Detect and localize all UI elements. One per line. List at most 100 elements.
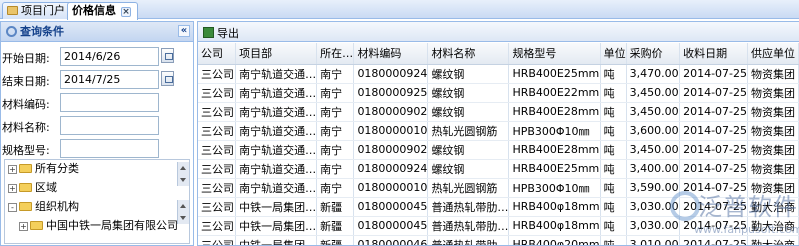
table-cell: 勤大治商: [747, 235, 799, 245]
calendar-icon[interactable]: [161, 48, 174, 63]
table-row[interactable]: 三公司 南宁轨道交通… 南宁 0180000010 热轧光圆钢筋 HPB300Φ10㎜吨 3…: [198, 178, 799, 198]
table-cell: 吨: [600, 235, 627, 245]
material-code-label: 材料编码:: [2, 98, 50, 111]
column-header[interactable]: 收料日期: [679, 43, 749, 65]
tree-node-all-categories[interactable]: + 所有分类: [8, 162, 79, 176]
table-row[interactable]: 三公司 南宁轨道交通… 南宁 0180000924 螺纹钢 HRB400E25mm 吨 3,4…: [198, 64, 799, 84]
search-icon: [6, 26, 17, 37]
table-cell: 三公司: [198, 159, 237, 179]
column-header[interactable]: 公司: [198, 43, 237, 65]
table-cell: 物资集团: [747, 159, 799, 179]
table-cell: 南宁: [316, 83, 355, 103]
scroll-down-icon[interactable]: [177, 212, 189, 224]
collapse-icon[interactable]: -: [8, 203, 17, 212]
column-header[interactable]: 单位: [600, 43, 627, 65]
scroll-up-icon[interactable]: [177, 162, 189, 174]
table-cell: 螺纹钢: [427, 102, 510, 122]
table-cell: 三公司: [198, 140, 237, 160]
table-row[interactable]: 三公司 中铁一局集团… 新疆 0180000045 普通热轧带肋… HRB400φ18mm…: [198, 216, 799, 236]
tab-project-portal[interactable]: 项目门户: [2, 2, 72, 19]
scroll-down-icon[interactable]: [177, 174, 189, 186]
table-cell: 0180000902: [353, 102, 429, 122]
table-cell: HRB400E25mm: [508, 64, 601, 84]
material-name-row: 材料名称:: [2, 116, 192, 136]
column-header[interactable]: 项目部: [235, 43, 318, 65]
tree-node-organization[interactable]: - 组织机构: [8, 200, 79, 214]
table-cell: 吨: [600, 197, 627, 217]
folder-icon: [19, 202, 32, 211]
table-cell: 南宁轨道交通…: [235, 140, 318, 160]
table-cell: 吨: [600, 178, 627, 198]
material-name-field[interactable]: [60, 116, 159, 135]
table-cell: 热轧光圆钢筋: [427, 121, 510, 141]
expand-icon[interactable]: +: [19, 222, 28, 231]
table-cell: 0180000046: [353, 235, 429, 245]
table-row[interactable]: 三公司 南宁轨道交通… 南宁 0180000902 螺纹钢 HRB400E28mm 吨 3,4…: [198, 140, 799, 160]
calendar-icon[interactable]: [161, 71, 174, 86]
query-panel-title: 查询条件: [20, 25, 64, 38]
table-cell: HRB400E22mm: [508, 83, 601, 103]
table-cell: 0180000010: [353, 178, 429, 198]
table-cell: 物资集团: [747, 140, 799, 160]
column-header[interactable]: 供应单位: [747, 43, 799, 65]
table-cell: 物资集团: [747, 64, 799, 84]
folder-icon: [30, 221, 43, 230]
table-cell: HRB400E28mm: [508, 102, 601, 122]
expand-icon[interactable]: +: [8, 165, 17, 174]
column-header[interactable]: 所在…: [316, 43, 355, 65]
table-cell: 3,450.00: [626, 83, 681, 103]
table-cell: 南宁轨道交通…: [235, 159, 318, 179]
close-icon[interactable]: ×: [121, 7, 131, 17]
tree-node-label: 区域: [35, 181, 57, 194]
scroll-up-icon[interactable]: [177, 200, 189, 212]
table-cell: 3,450.00: [626, 102, 681, 122]
expand-icon[interactable]: +: [8, 184, 17, 193]
table-row[interactable]: 三公司 南宁轨道交通… 南宁 0180000924 螺纹钢 HRB400E25mm 吨 3,4…: [198, 159, 799, 179]
table-cell: 热轧光圆钢筋: [427, 178, 510, 198]
start-date-field[interactable]: 2014/6/26: [60, 47, 159, 66]
material-name-label: 材料名称:: [2, 121, 50, 134]
table-cell: 三公司: [198, 235, 237, 245]
column-header[interactable]: 材料名称: [427, 43, 510, 65]
table-cell: 吨: [600, 83, 627, 103]
column-header[interactable]: 采购价: [626, 43, 681, 65]
end-date-field[interactable]: 2014/7/25: [60, 70, 159, 89]
table-cell: 3,400.00: [626, 159, 681, 179]
tree-node-label: 中国中铁一局集团有限公司: [46, 219, 178, 232]
column-header[interactable]: 规格型号: [508, 43, 601, 65]
collapse-icon[interactable]: «: [178, 25, 190, 37]
query-panel: 查询条件 « 开始日期: 2014/6/26 结束日期: 2014/7/25 材…: [0, 21, 194, 246]
export-button[interactable]: 导出: [203, 25, 239, 41]
material-code-field[interactable]: [60, 93, 159, 112]
end-date-label: 结束日期:: [2, 75, 50, 88]
table-row[interactable]: 三公司 南宁轨道交通… 南宁 0180000902 螺纹钢 HRB400E28mm 吨 3,4…: [198, 102, 799, 122]
spec-model-field[interactable]: [60, 139, 159, 158]
table-cell: 3,600.00: [626, 121, 681, 141]
tree-node-region[interactable]: + 区域: [8, 181, 57, 195]
tree-node-crec1[interactable]: + 中国中铁一局集团有限公司: [19, 219, 178, 233]
table-cell: 南宁轨道交通…: [235, 64, 318, 84]
spec-model-label: 规格型号:: [2, 144, 50, 157]
table-cell: 南宁: [316, 121, 355, 141]
column-header[interactable]: 材料编码: [353, 43, 429, 65]
table-row[interactable]: 三公司 中铁一局集团… 新疆 0180000045 普通热轧带肋… HRB400φ18mm…: [198, 197, 799, 217]
table-row[interactable]: 三公司 中铁一局集团… 新疆 0180000046 普通热轧带肋… HRB400φ20mm…: [198, 235, 799, 245]
table-cell: 物资集团: [747, 83, 799, 103]
table-cell: 勤大治商: [747, 216, 799, 236]
material-code-row: 材料编码:: [2, 93, 192, 113]
table-cell: 中铁一局集团…: [235, 235, 318, 245]
tab-label: 项目门户: [21, 4, 65, 17]
table-cell: 物资集团: [747, 121, 799, 141]
table-cell: 3,590.00: [626, 178, 681, 198]
table-cell: HRB400φ20mm: [508, 235, 601, 245]
table-cell: 新疆: [316, 235, 355, 245]
table-cell: 2014-07-25: [679, 83, 749, 103]
table-cell: 螺纹钢: [427, 140, 510, 160]
table-cell: 2014-07-25: [679, 64, 749, 84]
table-cell: 3,450.00: [626, 140, 681, 160]
table-cell: 南宁: [316, 102, 355, 122]
table-row[interactable]: 三公司 南宁轨道交通… 南宁 0180000010 热轧光圆钢筋 HPB300Φ10㎜吨 3…: [198, 121, 799, 141]
tab-price-info[interactable]: 价格信息 ×: [67, 2, 138, 20]
table-cell: 勤大治商: [747, 197, 799, 217]
table-row[interactable]: 三公司 南宁轨道交通… 南宁 0180000925 螺纹钢 HRB400E22mm 吨 3,4…: [198, 83, 799, 103]
